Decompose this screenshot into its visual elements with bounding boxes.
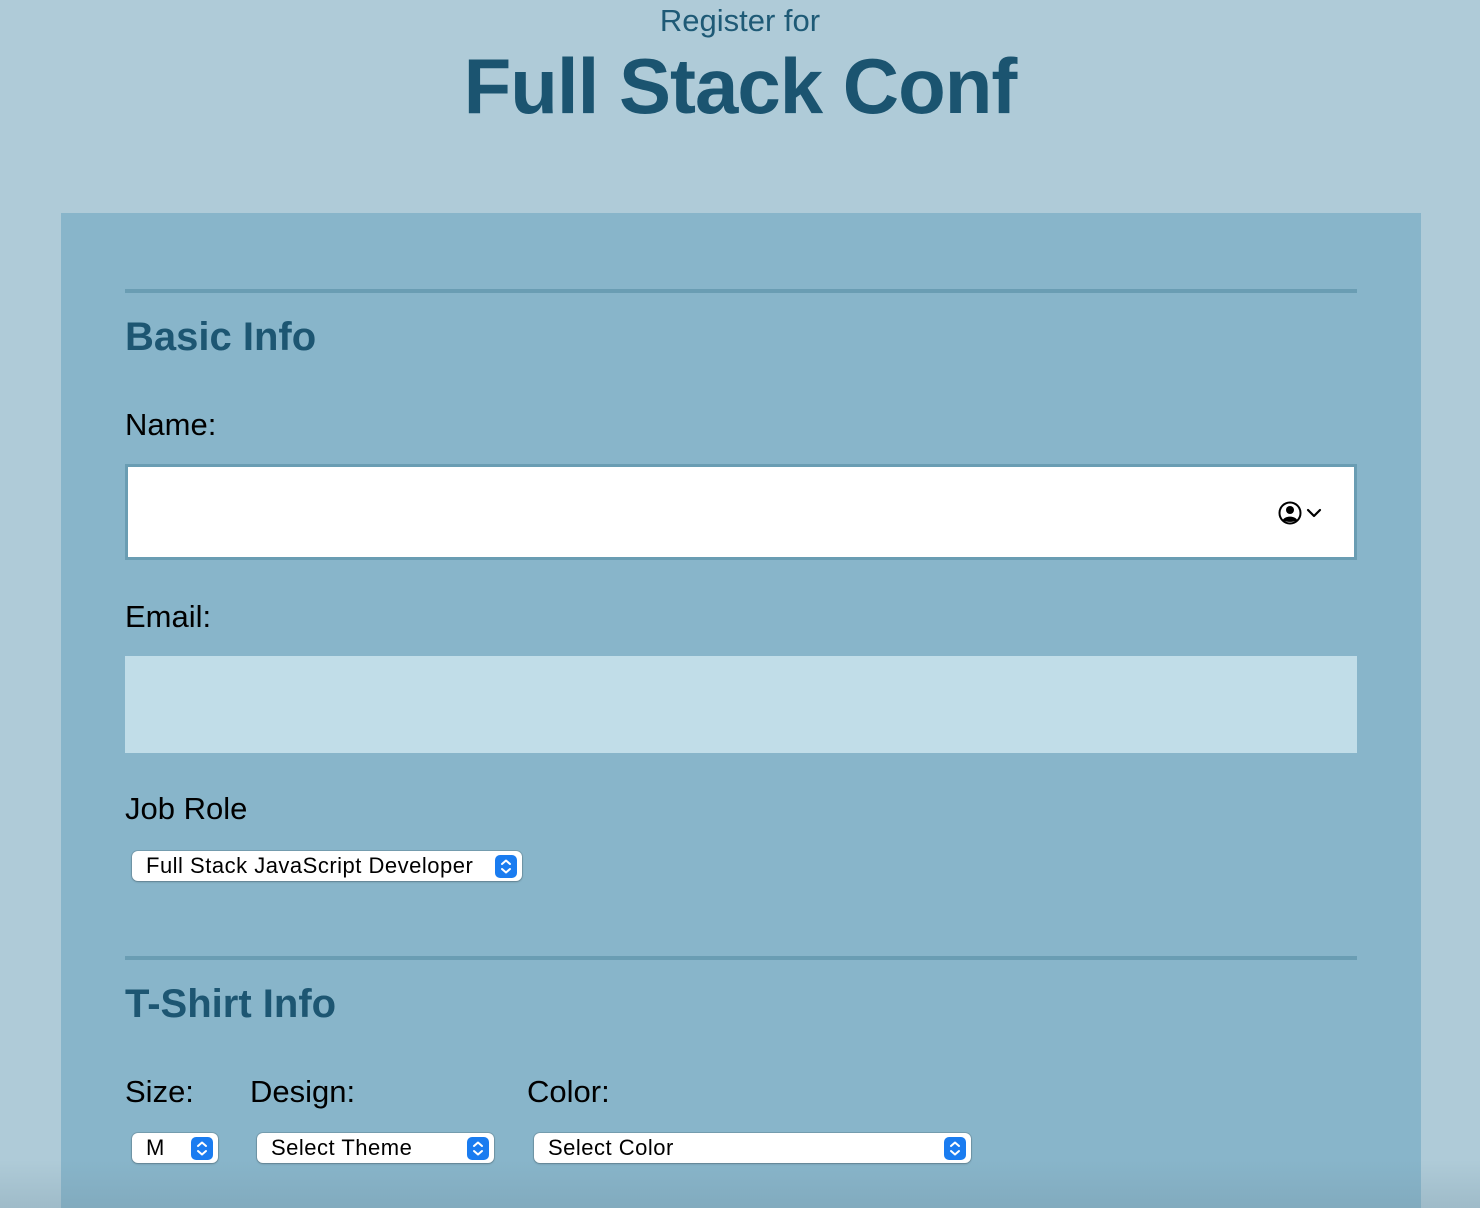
email-label: Email: bbox=[125, 599, 212, 634]
size-selected: M bbox=[146, 1135, 165, 1160]
color-select[interactable]: Select Color bbox=[534, 1133, 971, 1163]
page-title: Full Stack Conf bbox=[463, 42, 1018, 130]
job-role-selected: Full Stack JavaScript Developer bbox=[146, 853, 474, 878]
updown-chevron-icon bbox=[191, 1137, 213, 1160]
color-label: Color: bbox=[527, 1074, 610, 1109]
basic-info-heading: Basic Info bbox=[125, 315, 317, 359]
design-selected: Select Theme bbox=[271, 1135, 413, 1160]
tshirt-info-heading: T-Shirt Info bbox=[125, 982, 337, 1026]
basic-info-divider bbox=[125, 289, 1357, 293]
size-select[interactable]: M bbox=[132, 1133, 218, 1163]
name-label: Name: bbox=[125, 407, 217, 442]
design-label: Design: bbox=[250, 1074, 356, 1109]
name-field[interactable] bbox=[125, 464, 1357, 560]
tshirt-info-divider bbox=[125, 956, 1357, 960]
contact-autofill-icon[interactable] bbox=[1278, 500, 1326, 526]
job-role-label: Job Role bbox=[125, 791, 248, 826]
job-role-select[interactable]: Full Stack JavaScript Developer bbox=[132, 851, 522, 881]
registration-form: Basic Info Name: Email: Job Role Full St… bbox=[61, 213, 1421, 1208]
design-select[interactable]: Select Theme bbox=[257, 1133, 494, 1163]
header-pre-title: Register for bbox=[659, 3, 821, 38]
updown-chevron-icon bbox=[467, 1137, 489, 1160]
color-selected: Select Color bbox=[548, 1135, 674, 1160]
size-label: Size: bbox=[125, 1074, 194, 1109]
registration-page: Register for Full Stack Conf Basic Info … bbox=[0, 0, 1480, 1208]
updown-chevron-icon bbox=[944, 1137, 966, 1160]
email-field[interactable] bbox=[125, 656, 1357, 753]
updown-chevron-icon bbox=[495, 855, 517, 878]
